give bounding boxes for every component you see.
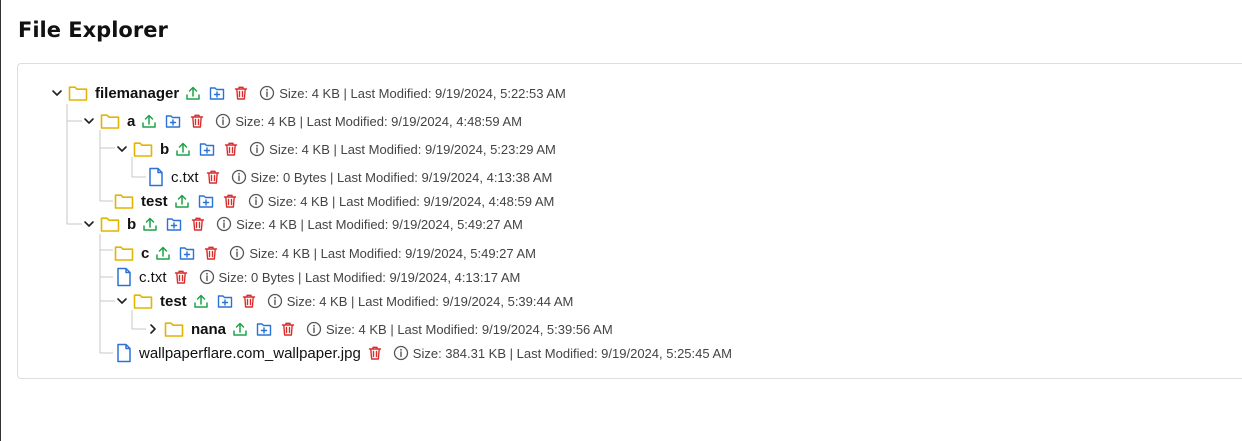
row-name[interactable]: a <box>127 113 135 130</box>
tree-row-c-txt[interactable]: c.txt Size: 0 Bytes | Last Modified: 9/1… <box>116 266 520 288</box>
upload-icon[interactable] <box>142 216 158 232</box>
new-folder-icon[interactable] <box>179 245 195 261</box>
delete-icon[interactable] <box>205 169 221 185</box>
folder-icon <box>114 192 134 210</box>
delete-icon[interactable] <box>367 345 383 361</box>
delete-icon[interactable] <box>241 293 257 309</box>
tree-row-test[interactable]: test Size: 4 KB | Last Modified: 9/19/20… <box>114 190 554 212</box>
info-icon <box>216 216 232 232</box>
upload-icon[interactable] <box>232 321 248 337</box>
row-meta: Size: 4 KB | Last Modified: 9/19/2024, 5… <box>279 85 566 101</box>
row-meta: Size: 4 KB | Last Modified: 9/19/2024, 5… <box>326 321 613 337</box>
delete-icon[interactable] <box>222 193 238 209</box>
chevron-down-icon[interactable] <box>115 143 129 155</box>
tree-row-b[interactable]: b Size: 4 KB | Last Modified: 9/19/2024,… <box>115 138 556 160</box>
delete-icon[interactable] <box>233 85 249 101</box>
new-folder-icon[interactable] <box>165 113 181 129</box>
new-folder-icon[interactable] <box>199 141 215 157</box>
upload-icon[interactable] <box>193 293 209 309</box>
info-icon <box>229 245 245 261</box>
row-name[interactable]: test <box>141 193 168 210</box>
folder-icon <box>68 84 88 102</box>
info-icon <box>306 321 322 337</box>
file-icon <box>148 167 164 187</box>
folder-icon <box>164 320 184 338</box>
info-icon <box>267 293 283 309</box>
row-name[interactable]: c.txt <box>171 169 199 186</box>
row-name[interactable]: test <box>160 293 187 310</box>
upload-icon[interactable] <box>141 113 157 129</box>
chevron-down-icon[interactable] <box>115 295 129 307</box>
info-icon <box>259 85 275 101</box>
folder-icon <box>133 140 153 158</box>
info-icon <box>248 193 264 209</box>
chevron-right-icon[interactable] <box>146 323 160 335</box>
row-meta: Size: 4 KB | Last Modified: 9/19/2024, 5… <box>249 245 537 261</box>
row-name[interactable]: c <box>141 245 149 262</box>
delete-icon[interactable] <box>189 113 205 129</box>
tree-row-b[interactable]: b Size: 4 KB | Last Modified: 9/19/2024,… <box>82 213 523 235</box>
row-meta: Size: 0 Bytes | Last Modified: 9/19/2024… <box>250 169 553 185</box>
delete-icon[interactable] <box>173 269 189 285</box>
upload-icon[interactable] <box>155 245 171 261</box>
row-meta: Size: 384.31 KB | Last Modified: 9/19/20… <box>412 345 732 361</box>
row-meta: Size: 4 KB | Last Modified: 9/19/2024, 5… <box>269 141 556 157</box>
tree-row-nana[interactable]: nana Size: 4 KB | Last Modified: 9/19/20… <box>146 318 613 340</box>
chevron-down-icon[interactable] <box>82 115 96 127</box>
tree-row-filemanager[interactable]: filemanager Size: 4 KB | Last Modified: … <box>50 82 566 104</box>
upload-icon[interactable] <box>185 85 201 101</box>
chevron-down-icon[interactable] <box>82 218 96 230</box>
tree-row-c-txt[interactable]: c.txt Size: 0 Bytes | Last Modified: 9/1… <box>148 166 552 188</box>
tree-row-test[interactable]: test Size: 4 KB | Last Modified: 9/19/20… <box>115 290 573 312</box>
upload-icon[interactable] <box>175 141 191 157</box>
delete-icon[interactable] <box>190 216 206 232</box>
new-folder-icon[interactable] <box>166 216 182 232</box>
window-edge <box>0 0 1 441</box>
row-name[interactable]: b <box>127 216 136 233</box>
upload-icon[interactable] <box>174 193 190 209</box>
info-icon <box>249 141 265 157</box>
folder-icon <box>133 292 153 310</box>
new-folder-icon[interactable] <box>217 293 233 309</box>
row-name[interactable]: wallpaperflare.com_wallpaper.jpg <box>139 345 361 362</box>
row-meta: Size: 4 KB | Last Modified: 9/19/2024, 5… <box>286 293 574 309</box>
tree-row-c[interactable]: c Size: 4 KB | Last Modified: 9/19/2024,… <box>114 242 536 264</box>
tree-row-wallpaper-jpg[interactable]: wallpaperflare.com_wallpaper.jpg Size: 3… <box>116 342 732 364</box>
folder-icon <box>100 112 120 130</box>
info-icon <box>215 113 231 129</box>
info-icon <box>199 269 215 285</box>
delete-icon[interactable] <box>203 245 219 261</box>
row-meta: Size: 4 KB | Last Modified: 9/19/2024, 4… <box>235 113 523 129</box>
row-meta: Size: 4 KB | Last Modified: 9/19/2024, 4… <box>267 193 555 209</box>
row-meta: Size: 0 Bytes | Last Modified: 9/19/2024… <box>218 269 521 285</box>
file-icon <box>116 343 132 363</box>
tree-row-a[interactable]: a Size: 4 KB | Last Modified: 9/19/2024,… <box>82 110 522 132</box>
new-folder-icon[interactable] <box>256 321 272 337</box>
row-name[interactable]: c.txt <box>139 269 167 286</box>
new-folder-icon[interactable] <box>198 193 214 209</box>
row-name[interactable]: b <box>160 141 169 158</box>
file-icon <box>116 267 132 287</box>
info-icon <box>393 345 409 361</box>
folder-icon <box>114 244 134 262</box>
chevron-down-icon[interactable] <box>50 87 64 99</box>
row-name[interactable]: nana <box>191 321 226 338</box>
row-name[interactable]: filemanager <box>95 85 179 102</box>
folder-icon <box>100 215 120 233</box>
page-title: File Explorer <box>18 18 168 42</box>
delete-icon[interactable] <box>280 321 296 337</box>
row-meta: Size: 4 KB | Last Modified: 9/19/2024, 5… <box>236 216 523 232</box>
delete-icon[interactable] <box>223 141 239 157</box>
new-folder-icon[interactable] <box>209 85 225 101</box>
info-icon <box>231 169 247 185</box>
